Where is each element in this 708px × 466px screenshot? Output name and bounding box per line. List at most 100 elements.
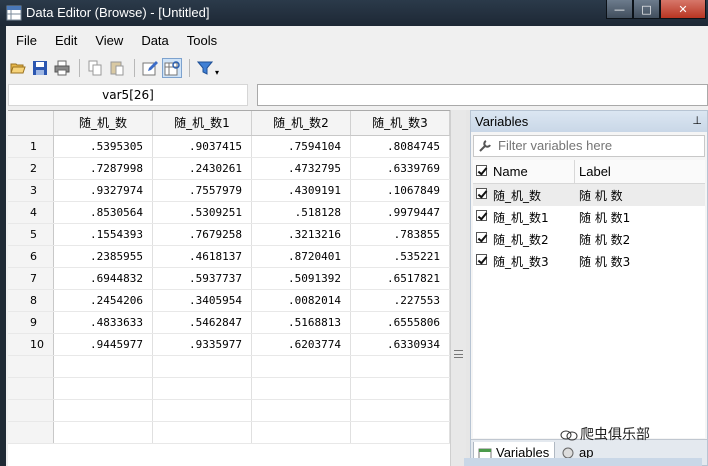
pin-icon[interactable]: ⊥ <box>692 114 702 127</box>
data-cell[interactable]: .3213216 <box>251 223 351 246</box>
row-number[interactable]: 9 <box>8 311 54 334</box>
data-cell[interactable] <box>53 355 153 378</box>
data-cell[interactable]: .6330934 <box>350 333 450 356</box>
data-cell[interactable] <box>53 421 153 444</box>
data-cell[interactable]: .227553 <box>350 289 450 312</box>
print-button[interactable] <box>52 58 72 78</box>
menu-edit[interactable]: Edit <box>45 30 85 52</box>
row-number[interactable]: 4 <box>8 201 54 224</box>
data-cell[interactable]: .7594104 <box>251 135 351 158</box>
variable-checkbox[interactable] <box>476 232 487 243</box>
data-cell[interactable]: .4618137 <box>152 245 252 268</box>
data-cell[interactable] <box>350 399 450 422</box>
data-cell[interactable]: .9037415 <box>152 135 252 158</box>
open-button[interactable] <box>8 58 28 78</box>
data-cell[interactable] <box>152 355 252 378</box>
browse-mode-button[interactable] <box>162 58 182 78</box>
data-cell[interactable] <box>152 421 252 444</box>
data-cell[interactable] <box>350 377 450 400</box>
data-cell[interactable] <box>251 421 351 444</box>
data-cell[interactable]: .5168813 <box>251 311 351 334</box>
close-button[interactable]: ✕ <box>660 0 706 19</box>
row-number[interactable] <box>8 421 54 444</box>
data-cell[interactable]: .7679258 <box>152 223 252 246</box>
vertical-scrollbar[interactable] <box>450 110 466 466</box>
data-cell[interactable] <box>350 355 450 378</box>
data-cell[interactable]: .6517821 <box>350 267 450 290</box>
data-cell[interactable]: .3405954 <box>152 289 252 312</box>
data-cell[interactable]: .2385955 <box>53 245 153 268</box>
variable-row[interactable]: 随_机_数 随 机 数 <box>473 184 705 206</box>
data-cell[interactable]: .7557979 <box>152 179 252 202</box>
data-cell[interactable]: .5937737 <box>152 267 252 290</box>
data-cell[interactable]: .4833633 <box>53 311 153 334</box>
row-number[interactable] <box>8 355 54 378</box>
chevron-down-icon[interactable]: ▾ <box>215 68 219 77</box>
row-number[interactable]: 1 <box>8 135 54 158</box>
column-header[interactable]: 随_机_数3 <box>350 111 450 136</box>
wrench-icon[interactable] <box>478 139 492 153</box>
data-cell[interactable]: .9445977 <box>53 333 153 356</box>
edit-mode-button[interactable] <box>140 58 160 78</box>
data-cell[interactable] <box>152 377 252 400</box>
data-cell[interactable]: .0082014 <box>251 289 351 312</box>
filter-variables-input[interactable] <box>498 138 698 153</box>
minimize-button[interactable]: — <box>606 0 633 19</box>
row-number[interactable]: 3 <box>8 179 54 202</box>
variable-row[interactable]: 随_机_数1 随 机 数1 <box>473 206 705 228</box>
column-header[interactable]: 随_机_数2 <box>251 111 351 136</box>
data-cell[interactable]: .518128 <box>251 201 351 224</box>
data-cell[interactable]: .9979447 <box>350 201 450 224</box>
data-cell[interactable]: .8084745 <box>350 135 450 158</box>
data-cell[interactable]: .6339769 <box>350 157 450 180</box>
variable-row[interactable]: 随_机_数3 随 机 数3 <box>473 250 705 272</box>
variable-checkbox[interactable] <box>476 210 487 221</box>
data-cell[interactable]: .6203774 <box>251 333 351 356</box>
row-number[interactable]: 10 <box>8 333 54 356</box>
menu-view[interactable]: View <box>85 30 131 52</box>
name-column-header[interactable]: Name <box>489 160 575 183</box>
select-all-checkbox[interactable] <box>476 165 487 176</box>
data-cell[interactable]: .783855 <box>350 223 450 246</box>
menu-file[interactable]: File <box>6 30 45 52</box>
data-cell[interactable]: .6555806 <box>350 311 450 334</box>
cell-value-input[interactable] <box>257 84 708 106</box>
scroll-grip-icon[interactable] <box>454 350 463 358</box>
variable-row[interactable]: 随_机_数2 随 机 数2 <box>473 228 705 250</box>
data-cell[interactable]: .8530564 <box>53 201 153 224</box>
data-cell[interactable]: .9335977 <box>152 333 252 356</box>
corner-cell[interactable] <box>8 111 54 136</box>
data-grid[interactable]: 随_机_数 随_机_数1 随_机_数2 随_机_数3 1.5395305.903… <box>8 110 450 466</box>
copy-button[interactable] <box>85 58 105 78</box>
row-number[interactable] <box>8 377 54 400</box>
data-cell[interactable] <box>251 377 351 400</box>
row-number[interactable]: 6 <box>8 245 54 268</box>
data-cell[interactable]: .8720401 <box>251 245 351 268</box>
data-cell[interactable]: .4732795 <box>251 157 351 180</box>
maximize-button[interactable]: □ <box>633 0 660 19</box>
label-column-header[interactable]: Label <box>575 160 611 183</box>
filter-button[interactable] <box>195 58 215 78</box>
data-cell[interactable]: .4309191 <box>251 179 351 202</box>
column-header[interactable]: 随_机_数1 <box>152 111 252 136</box>
row-number[interactable]: 8 <box>8 289 54 312</box>
data-cell[interactable]: .2454206 <box>53 289 153 312</box>
variable-checkbox[interactable] <box>476 254 487 265</box>
paste-button[interactable] <box>107 58 127 78</box>
data-cell[interactable]: .7287998 <box>53 157 153 180</box>
variable-checkbox[interactable] <box>476 188 487 199</box>
data-cell[interactable]: .5395305 <box>53 135 153 158</box>
cell-reference[interactable]: var5[26] <box>8 84 248 106</box>
data-cell[interactable] <box>152 399 252 422</box>
data-cell[interactable]: .1067849 <box>350 179 450 202</box>
data-cell[interactable] <box>251 399 351 422</box>
data-cell[interactable]: .1554393 <box>53 223 153 246</box>
data-cell[interactable]: .535221 <box>350 245 450 268</box>
menu-tools[interactable]: Tools <box>177 30 225 52</box>
data-cell[interactable] <box>251 355 351 378</box>
data-cell[interactable]: .5309251 <box>152 201 252 224</box>
row-number[interactable]: 7 <box>8 267 54 290</box>
data-cell[interactable]: .9327974 <box>53 179 153 202</box>
row-number[interactable]: 2 <box>8 157 54 180</box>
row-number[interactable] <box>8 399 54 422</box>
